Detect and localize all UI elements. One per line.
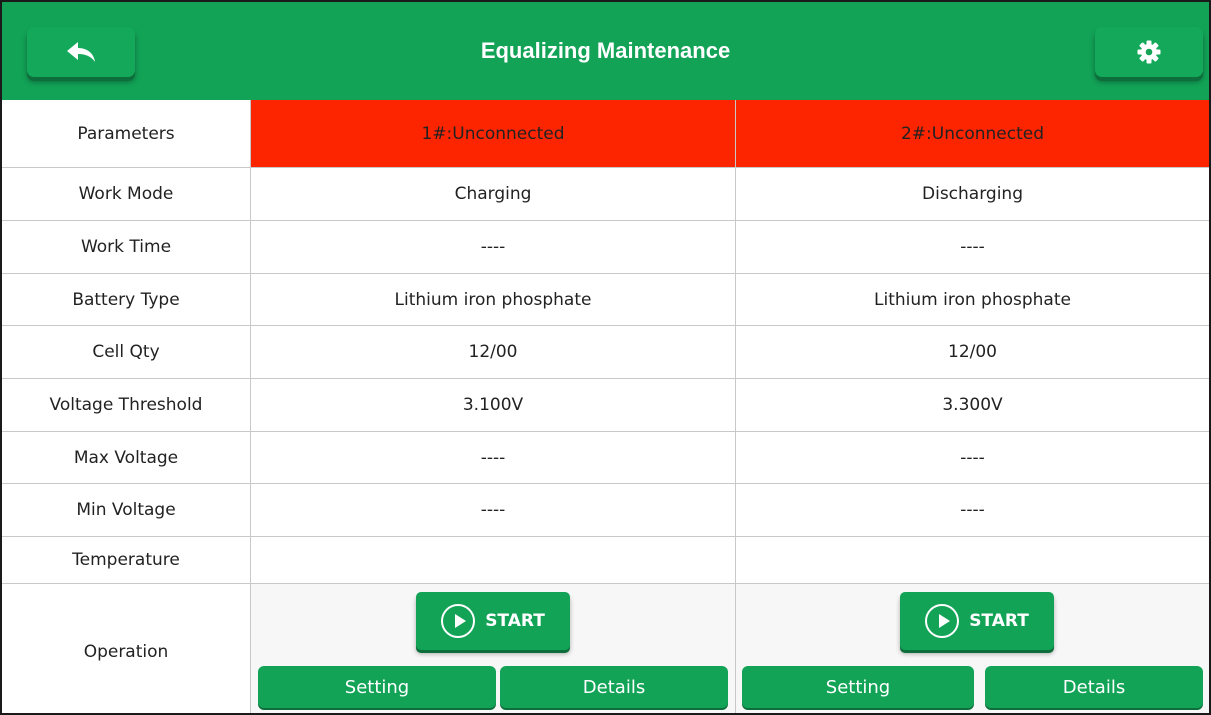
channel-1-status: 1#:Unconnected <box>251 100 736 167</box>
table-row: Temperature <box>2 537 1209 584</box>
channel-2-value: 12/00 <box>948 342 997 362</box>
table-header-row: Parameters 1#:Unconnected 2#:Unconnected <box>2 100 1209 168</box>
channel-2-start-button[interactable]: START <box>900 592 1054 650</box>
table-row: Voltage Threshold 3.100V 3.300V <box>2 379 1209 432</box>
table-row: Battery Type Lithium iron phosphate Lith… <box>2 274 1209 326</box>
row-label: Voltage Threshold <box>2 379 251 431</box>
row-label: Work Mode <box>2 168 251 220</box>
start-label: START <box>969 611 1029 631</box>
channel-2-value: ---- <box>960 447 985 468</box>
back-arrow-icon <box>67 42 95 62</box>
parameters-header: Parameters <box>2 100 251 167</box>
row-label: Battery Type <box>2 274 251 325</box>
play-icon <box>925 604 960 638</box>
channel-1-value: Charging <box>251 168 736 220</box>
app-frame: Equalizing Maintenance Parameters 1#:Unc… <box>0 0 1211 715</box>
row-label: Work Time <box>2 221 251 273</box>
channel-1-details-button[interactable]: Details <box>500 666 728 708</box>
channel-1-value: ---- <box>251 484 736 536</box>
channel-2-value: ---- <box>960 500 985 520</box>
row-label: Temperature <box>2 537 251 583</box>
channel-1-value: ---- <box>251 221 736 273</box>
channel-1-value: 12/00 <box>251 326 736 378</box>
play-icon <box>441 604 476 638</box>
channel-2-value: Lithium iron phosphate <box>874 289 1071 310</box>
channel-1-start-button[interactable]: START <box>416 592 570 650</box>
header-bar: Equalizing Maintenance <box>2 2 1209 100</box>
channel-1-value: 3.100V <box>251 379 736 431</box>
row-label: Min Voltage <box>2 484 251 536</box>
gear-icon <box>1137 40 1161 64</box>
back-button[interactable] <box>27 27 135 77</box>
channel-2-value: Discharging <box>922 184 1023 204</box>
channel-2-value: 3.300V <box>942 395 1003 415</box>
table-row: Max Voltage ---- ---- <box>2 432 1209 484</box>
channel-2-value: ---- <box>960 237 985 257</box>
channel-2-setting-button[interactable]: Setting <box>742 666 974 708</box>
channel-2-status: 2#:Unconnected <box>736 100 1209 167</box>
settings-button[interactable] <box>1095 27 1203 77</box>
start-label: START <box>485 611 545 631</box>
channel-1-value <box>251 537 736 583</box>
page-title: Equalizing Maintenance <box>480 38 731 63</box>
channel-1-value: ---- <box>251 432 736 483</box>
operation-label: Operation <box>2 584 251 713</box>
row-label: Cell Qty <box>2 326 251 378</box>
channel-1-value: Lithium iron phosphate <box>251 274 736 325</box>
channel-2-details-button[interactable]: Details <box>985 666 1203 708</box>
row-label: Max Voltage <box>2 432 251 483</box>
table-row: Cell Qty 12/00 12/00 <box>2 326 1209 379</box>
channel-2-value <box>736 537 1209 583</box>
table-row: Work Time ---- ---- <box>2 221 1209 274</box>
table-row: Min Voltage ---- ---- <box>2 484 1209 537</box>
channel-1-setting-button[interactable]: Setting <box>258 666 496 708</box>
operation-row: Operation START START Setting Details Se… <box>2 584 1209 713</box>
table-row: Work Mode Charging Discharging <box>2 168 1209 221</box>
